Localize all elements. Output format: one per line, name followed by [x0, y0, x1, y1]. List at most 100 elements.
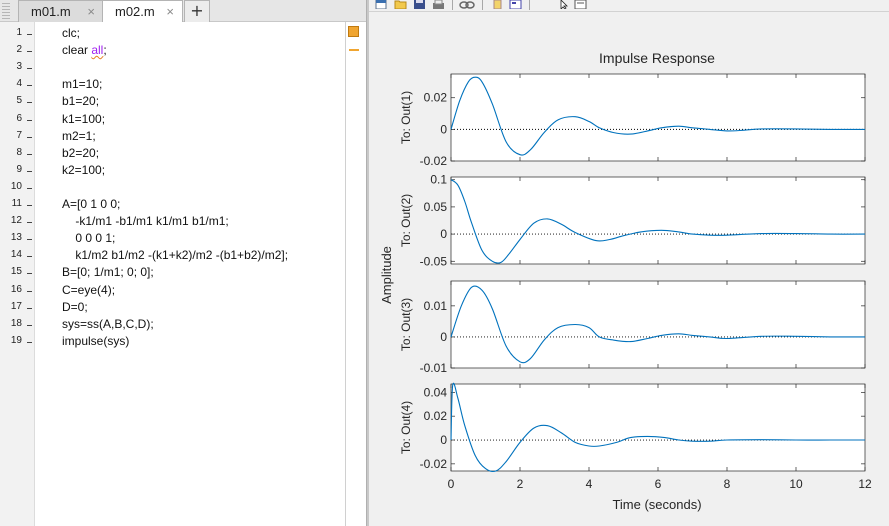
x-tick-label: 10	[789, 477, 803, 491]
toolbar-separator	[482, 0, 483, 10]
breakpoint-marker[interactable]	[27, 170, 32, 172]
insert-legend-icon[interactable]	[509, 0, 522, 9]
tab-bar-grip[interactable]	[2, 3, 10, 20]
y-tick-label: 0.02	[424, 91, 448, 105]
breakpoint-marker[interactable]	[27, 119, 32, 121]
breakpoint-marker[interactable]	[27, 68, 32, 70]
add-tab-button[interactable]: +	[184, 0, 210, 22]
output-label: To: Out(3)	[399, 298, 413, 351]
line-number: 11	[11, 198, 22, 209]
line-number: 5	[16, 95, 22, 107]
line-number: 8	[16, 146, 22, 158]
code-line[interactable]: m1=10;	[62, 77, 102, 91]
code-line[interactable]: m2=1;	[62, 129, 96, 143]
breakpoint-marker[interactable]	[27, 290, 32, 292]
code-line[interactable]: 0 0 0 1;	[62, 231, 115, 245]
code-text: ;	[103, 43, 107, 58]
line-number-gutter[interactable]: 1 2 3 4 5 6 7 8 9 10 11 12 13 14 15 16 17 18 19	[0, 22, 35, 526]
x-tick-label: 0	[448, 477, 455, 491]
x-tick-label: 6	[655, 477, 662, 491]
breakpoint-marker[interactable]	[27, 187, 32, 189]
code-line[interactable]: B=[0; 1/m1; 0; 0];	[62, 265, 154, 279]
axes-box[interactable]	[450, 176, 866, 265]
line-number: 4	[16, 78, 22, 90]
code-line[interactable]: b1=20;	[62, 94, 99, 108]
save-icon[interactable]	[413, 0, 426, 9]
line-number: 10	[10, 180, 22, 192]
breakpoint-marker[interactable]	[27, 256, 32, 258]
toolbar-separator	[452, 0, 453, 10]
close-icon[interactable]: ×	[87, 1, 95, 23]
pointer-icon[interactable]	[558, 0, 571, 9]
breakpoint-marker[interactable]	[27, 34, 32, 35]
code-line[interactable]: k1/m2 b1/m2 -(k1+k2)/m2 -(b1+b2)/m2];	[62, 248, 288, 262]
tab-label: m01.m	[31, 4, 71, 19]
breakpoint-marker[interactable]	[27, 153, 32, 155]
breakpoint-marker[interactable]	[27, 136, 32, 138]
code-text: clear	[62, 43, 92, 58]
breakpoint-marker[interactable]	[27, 102, 32, 104]
axes-box[interactable]	[450, 280, 866, 369]
line-number: 15	[10, 266, 22, 278]
axes-box[interactable]	[450, 73, 866, 162]
close-icon[interactable]: ×	[166, 1, 174, 23]
y-tick-label: 0	[440, 433, 447, 447]
toolbar-separator	[529, 0, 530, 10]
y-tick-label: -0.02	[420, 457, 448, 471]
breakpoint-marker[interactable]	[27, 307, 32, 309]
x-tick-label: 4	[586, 477, 593, 491]
editor-tab-bar: m01.m × m02.m × +	[0, 0, 366, 23]
line-number: 16	[10, 283, 22, 295]
impulse-response-plot[interactable]: Impulse Response Amplitude Time (seconds…	[369, 13, 889, 526]
breakpoint-marker[interactable]	[27, 222, 32, 224]
code-line[interactable]: C=eye(4);	[62, 283, 115, 297]
figure-toolbar	[369, 0, 889, 12]
breakpoint-marker[interactable]	[27, 239, 32, 241]
new-figure-icon[interactable]	[375, 0, 388, 9]
code-area[interactable]: clc; clear all; m1=10; b1=20; k1=100; m2=1; b2…	[35, 22, 345, 526]
line-number: 18	[10, 317, 22, 329]
code-editor[interactable]: m01.m × m02.m × + 1 2 3 4 5 6 7 8 9 10 11 12 13 14 15 1…	[0, 0, 366, 526]
y-tick-label: 0.1	[430, 173, 447, 187]
line-number: 6	[16, 112, 22, 124]
line-number: 17	[10, 300, 22, 312]
chart-title: Impulse Response	[599, 50, 715, 66]
breakpoint-marker[interactable]	[27, 85, 32, 87]
breakpoint-marker[interactable]	[27, 51, 32, 53]
y-tick-label: 0.01	[424, 299, 448, 313]
code-line[interactable]: D=0;	[62, 300, 88, 314]
code-line[interactable]: clc;	[62, 26, 80, 40]
tab-m01[interactable]: m01.m ×	[18, 0, 104, 22]
axes-box[interactable]	[450, 383, 866, 472]
y-tick-label: 0.04	[424, 385, 448, 399]
insert-colorbar-icon[interactable]	[491, 0, 504, 9]
y-axis-label: Amplitude	[379, 246, 394, 304]
open-file-icon[interactable]	[394, 0, 407, 9]
code-line[interactable]: A=[0 1 0 0;	[62, 197, 120, 211]
tab-m02[interactable]: m02.m ×	[102, 0, 183, 23]
breakpoint-marker[interactable]	[27, 324, 32, 326]
line-number: 14	[10, 249, 22, 261]
breakpoint-marker[interactable]	[27, 205, 32, 206]
line-number: 3	[16, 61, 22, 73]
link-icon[interactable]	[459, 0, 475, 9]
x-tick-label: 2	[517, 477, 524, 491]
code-line[interactable]: k1=100;	[62, 112, 105, 126]
print-icon[interactable]	[432, 0, 445, 9]
code-line[interactable]: k2=100;	[62, 163, 105, 177]
code-analyzer-strip	[345, 22, 366, 526]
code-analyzer-warning-icon[interactable]	[348, 26, 359, 37]
code-line[interactable]: -k1/m1 -b1/m1 k1/m1 b1/m1;	[62, 214, 228, 228]
y-tick-label: -0.05	[420, 254, 448, 268]
line-number: 2	[16, 44, 22, 56]
breakpoint-marker[interactable]	[27, 273, 32, 275]
code-line[interactable]: b2=20;	[62, 146, 99, 160]
code-line[interactable]: sys=ss(A,B,C,D);	[62, 317, 154, 331]
edit-plot-icon[interactable]	[574, 0, 587, 9]
warning-marker[interactable]	[349, 49, 359, 51]
code-line[interactable]: clear all;	[62, 43, 107, 57]
breakpoint-marker[interactable]	[27, 341, 32, 343]
code-line[interactable]: impulse(sys)	[62, 334, 129, 348]
x-axis-label: Time (seconds)	[612, 497, 701, 512]
y-tick-label: 0	[440, 227, 447, 241]
